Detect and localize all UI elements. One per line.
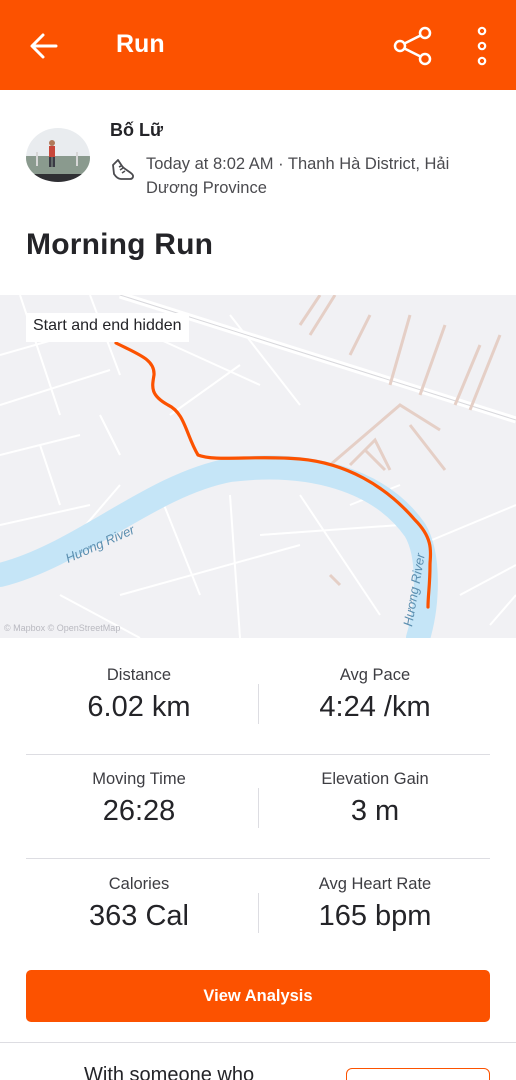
stat-label: Avg Heart Rate	[318, 875, 432, 893]
activity-title: Morning Run	[26, 228, 214, 261]
stat-value: 4:24 /km	[319, 691, 431, 723]
stat-label: Moving Time	[92, 770, 186, 788]
stat-value: 165 bpm	[318, 900, 432, 932]
stat-moving-time: Moving Time 26:28	[24, 770, 254, 828]
divider	[0, 1042, 516, 1043]
stat-label: Distance	[106, 666, 172, 684]
app-bar: Run	[0, 0, 516, 90]
stat-value: 363 Cal	[89, 900, 189, 932]
athlete-avatar[interactable]	[26, 128, 90, 182]
running-shoe-icon	[112, 159, 134, 180]
stat-avg-heart-rate: Avg Heart Rate 165 bpm	[260, 875, 490, 933]
page-title: Run	[116, 30, 165, 58]
add-friend-button[interactable]	[346, 1068, 490, 1080]
stat-value: 6.02 km	[87, 691, 191, 723]
stat-avg-pace: Avg Pace 4:24 /km	[260, 666, 490, 724]
athlete-name[interactable]: Bố Lữ	[110, 120, 163, 141]
privacy-label: Start and end hidden	[26, 313, 189, 342]
stat-value: 3 m	[350, 795, 400, 827]
view-analysis-button[interactable]: View Analysis	[26, 970, 490, 1022]
map-attribution[interactable]: © Mapbox © OpenStreetMap	[4, 623, 120, 633]
back-button[interactable]	[20, 25, 72, 67]
with-someone-prompt: With someone who	[84, 1064, 255, 1080]
more-vertical-icon	[477, 26, 487, 66]
route-map[interactable]: Hương River Hương River	[0, 295, 516, 638]
share-button[interactable]	[388, 22, 438, 70]
stat-label: Avg Pace	[339, 666, 411, 684]
arrow-left-icon	[30, 33, 58, 59]
stat-distance: Distance 6.02 km	[24, 666, 254, 724]
stat-label: Calories	[108, 875, 170, 893]
stat-divider	[258, 893, 259, 933]
stat-calories: Calories 363 Cal	[24, 875, 254, 933]
more-options-button[interactable]	[466, 22, 498, 70]
stat-value: 26:28	[102, 795, 176, 827]
stat-label: Elevation Gain	[321, 770, 429, 788]
activity-meta: Today at 8:02 AM · Thanh Hà District, Hả…	[146, 155, 450, 197]
stat-divider	[258, 684, 259, 724]
divider	[26, 858, 490, 859]
share-icon	[393, 26, 432, 66]
stat-divider	[258, 788, 259, 828]
stat-elevation-gain: Elevation Gain 3 m	[260, 770, 490, 828]
divider	[26, 754, 490, 755]
